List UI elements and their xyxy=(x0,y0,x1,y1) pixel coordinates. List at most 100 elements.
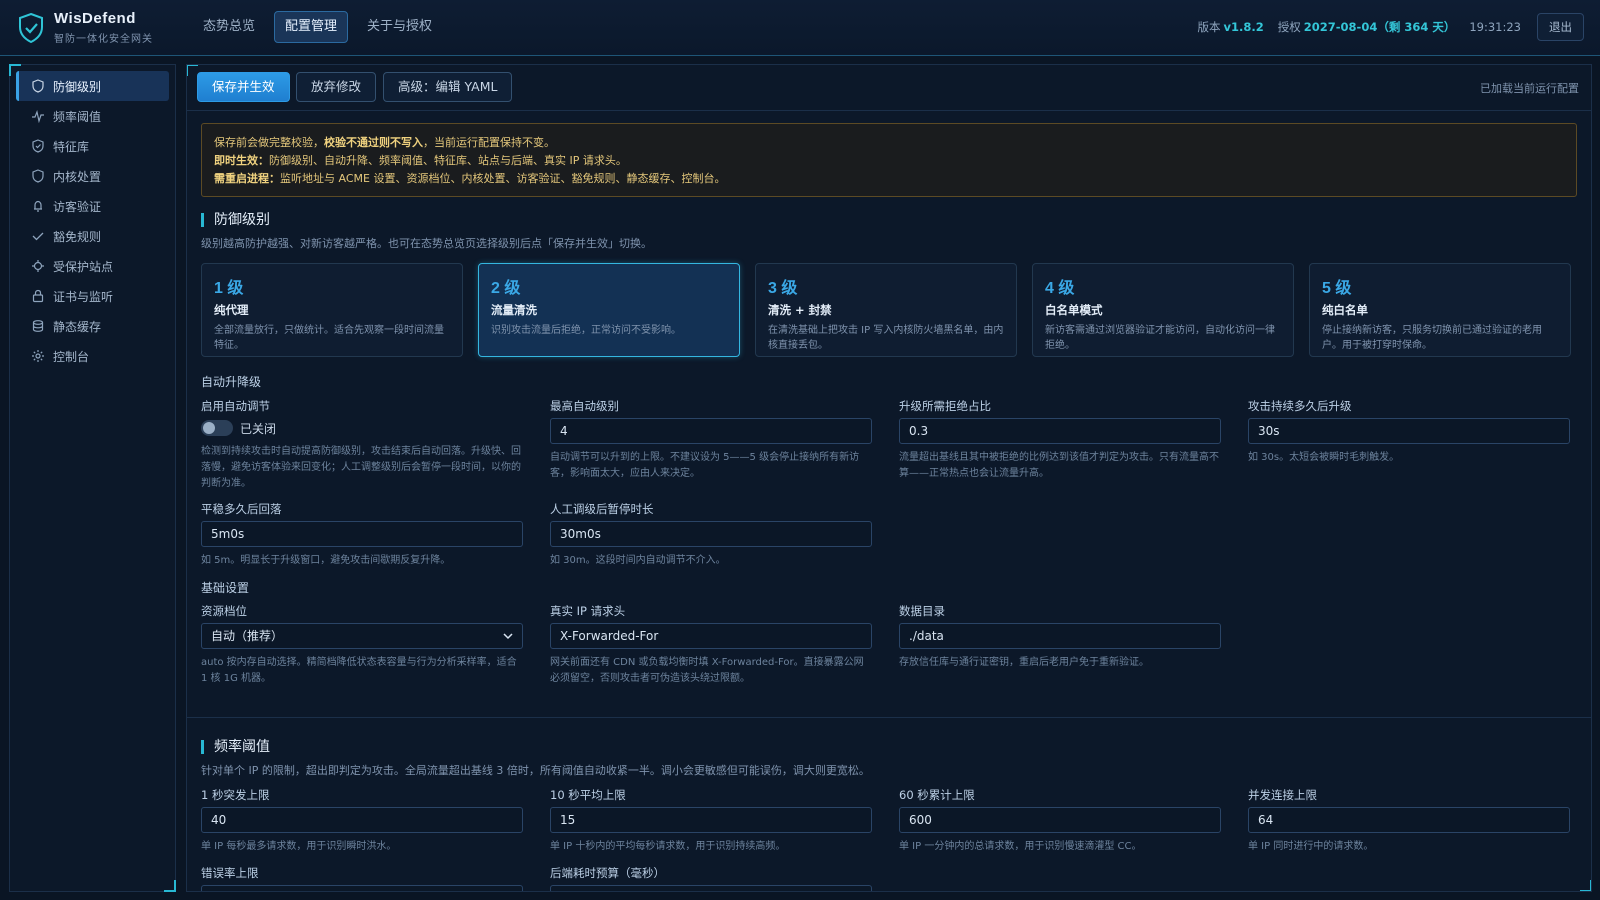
lock-icon xyxy=(32,289,44,303)
burst-limit-field: 1 秒突发上限 40 单 IP 每秒最多请求数，用于识别瞬时洪水。 xyxy=(201,787,523,855)
toolbar: 保存并生效 放弃修改 高级：编辑 YAML 已加载当前运行配置 xyxy=(187,65,1591,111)
check-icon xyxy=(32,232,44,241)
level-card-1[interactable]: 1 级 纯代理 全部流量放行，只做统计。适合先观察一段时间流量特征。 xyxy=(201,263,463,357)
error-rate-input[interactable] xyxy=(201,885,523,891)
field-help: 如 5m。明显长于升级窗口，避免攻击间歇期反复升降。 xyxy=(201,555,451,566)
brand-subtitle: 智防一体化安全网关 xyxy=(54,34,153,45)
field-label: 1 秒突发上限 xyxy=(201,788,270,802)
level-name: 纯代理 xyxy=(214,303,249,317)
version-value: v1.8.2 xyxy=(1223,20,1264,34)
level-name: 纯白名单 xyxy=(1322,303,1368,317)
max-auto-level-input[interactable]: 4 xyxy=(550,418,872,444)
field-help: 如 30m。这段时间内自动调节不介入。 xyxy=(550,555,726,566)
sidebar-item-certs[interactable]: 证书与监听 xyxy=(16,281,169,311)
sum60-limit-input[interactable]: 600 xyxy=(899,807,1221,833)
manual-pause-input[interactable]: 30m0s xyxy=(550,521,872,547)
field-help: 单 IP 同时进行中的请求数。 xyxy=(1248,841,1374,852)
field-help: auto 按内存自动选择。精简档降低状态表容量与行为分析采样率，适合 1 核 1… xyxy=(201,657,517,684)
bell-icon xyxy=(34,200,42,212)
field-label: 10 秒平均上限 xyxy=(550,788,626,802)
subsection-auto: 自动升降级 xyxy=(201,375,262,389)
backend-budget-input[interactable] xyxy=(550,885,872,891)
avg10-limit-input[interactable]: 15 xyxy=(550,807,872,833)
notice-line-2: 即时生效：防御级别、自动升降、频率阈值、特征库、站点与后端、真实 IP 请求头。 xyxy=(214,154,627,167)
nav-about[interactable]: 关于与授权 xyxy=(356,11,443,43)
crosshair-icon xyxy=(32,260,44,272)
sidebar-item-visitor-verify[interactable]: 访客验证 xyxy=(16,191,169,221)
field-help: 网关前面还有 CDN 或负载均衡时填 X-Forwarded-For。直接暴露公… xyxy=(550,657,864,684)
sidebar-item-static-cache[interactable]: 静态缓存 xyxy=(16,311,169,341)
sidebar-item-signatures[interactable]: 特征库 xyxy=(16,131,169,161)
burst-limit-input[interactable]: 40 xyxy=(201,807,523,833)
notice-box: 保存前会做完整校验，校验不通过则不写入，当前运行配置保持不变。 即时生效：防御级… xyxy=(201,123,1577,197)
resource-profile-select[interactable]: 自动（推荐） xyxy=(201,623,523,649)
sidebar-item-defense-level[interactable]: 防御级别 xyxy=(16,71,169,101)
pulse-icon xyxy=(32,109,44,123)
field-label: 资源档位 xyxy=(201,604,247,618)
notice-line-3: 需重启进程：监听地址与 ACME 设置、资源档位、内核处置、访客验证、豁免规则、… xyxy=(214,172,726,185)
sidebar-item-kernel[interactable]: 内核处置 xyxy=(16,161,169,191)
calm-duration-field: 平稳多久后回落 5m0s 如 5m。明显长于升级窗口，避免攻击间歇期反复升降。 xyxy=(201,501,523,569)
nav-overview[interactable]: 态势总览 xyxy=(192,11,266,43)
level-desc: 全部流量放行，只做统计。适合先观察一段时间流量特征。 xyxy=(214,325,444,351)
concurrency-limit-field: 并发连接上限 64 单 IP 同时进行中的请求数。 xyxy=(1248,787,1570,855)
level-name: 清洗 + 封禁 xyxy=(768,303,832,317)
backend-budget-field: 后端耗时预算（毫秒） xyxy=(550,865,872,891)
level-number: 4 级 xyxy=(1045,280,1075,297)
calm-duration-input[interactable]: 5m0s xyxy=(201,521,523,547)
sidebar-item-protected-sites[interactable]: 受保护站点 xyxy=(16,251,169,281)
sidebar-item-exemptions[interactable]: 豁免规则 xyxy=(16,221,169,251)
nav-config[interactable]: 配置管理 xyxy=(274,11,349,43)
level-card-5[interactable]: 5 级 纯白名单 停止接纳新访客，只服务切换前已通过验证的老用户。用于被打穿时保… xyxy=(1309,263,1571,357)
discard-button[interactable]: 放弃修改 xyxy=(296,72,377,102)
level-desc: 停止接纳新访客，只服务切换前已通过验证的老用户。用于被打穿时保命。 xyxy=(1322,325,1542,351)
sidebar-item-label: 频率阈值 xyxy=(53,109,102,124)
level-card-3[interactable]: 3 级 清洗 + 封禁 在清洗基础上把攻击 IP 写入内核防火墙黑名单，由内核直… xyxy=(755,263,1017,357)
chevron-down-icon xyxy=(503,633,513,640)
sidebar-item-rate-threshold[interactable]: 频率阈值 xyxy=(16,101,169,131)
field-label: 错误率上限 xyxy=(201,866,259,880)
shield-icon xyxy=(32,169,44,183)
avg10-limit-field: 10 秒平均上限 15 单 IP 十秒内的平均每秒请求数，用于识别持续高频。 xyxy=(550,787,872,855)
level-number: 3 级 xyxy=(768,280,798,297)
sum60-limit-field: 60 秒累计上限 600 单 IP 一分钟内的总请求数，用于识别慢速滴灌型 CC… xyxy=(899,787,1221,855)
field-help: 自动调节可以升到的上限。不建议设为 5——5 级会停止接纳所有新访客，影响面太大… xyxy=(550,452,860,479)
logout-button[interactable]: 退出 xyxy=(1537,13,1584,41)
section-title-rate: 频率阈值 xyxy=(201,740,270,754)
auto-enable-toggle[interactable] xyxy=(201,420,233,436)
section-divider xyxy=(187,717,1591,718)
toggle-state: 已关闭 xyxy=(240,421,277,436)
concurrency-limit-input[interactable]: 64 xyxy=(1248,807,1570,833)
save-apply-button[interactable]: 保存并生效 xyxy=(197,72,290,102)
sidebar-item-label: 访客验证 xyxy=(53,199,102,214)
data-dir-input[interactable]: ./data xyxy=(899,623,1221,649)
sidebar-item-label: 防御级别 xyxy=(53,79,102,94)
field-help: 检测到持续攻击时自动提高防御级别，攻击结束后自动回落。升级快、回落慢，避免访客体… xyxy=(201,446,521,489)
gear-icon xyxy=(32,350,44,362)
sidebar-item-console[interactable]: 控制台 xyxy=(16,341,169,371)
header-status: 版本 v1.8.2 授权 2027-08-04（剩 364 天） 19:31:2… xyxy=(1198,13,1584,41)
level-name: 白名单模式 xyxy=(1045,303,1103,317)
field-label: 数据目录 xyxy=(899,604,945,618)
reject-ratio-input[interactable]: 0.3 xyxy=(899,418,1221,444)
field-help: 存放信任库与通行证密钥，重启后老用户免于重新验证。 xyxy=(899,657,1149,668)
sidebar: 防御级别 频率阈值 特征库 内核处置 访客验证 豁免规则 受保护站点 证书与监听… xyxy=(9,64,176,892)
field-help: 单 IP 十秒内的平均每秒请求数，用于识别持续高频。 xyxy=(550,841,786,852)
field-help: 如 30s。太短会被瞬时毛刺触发。 xyxy=(1248,452,1400,463)
level-number: 2 级 xyxy=(491,280,521,297)
brand-name: WisDefend xyxy=(54,10,136,27)
max-auto-level-field: 最高自动级别 4 自动调节可以升到的上限。不建议设为 5——5 级会停止接纳所有… xyxy=(550,398,872,482)
attack-duration-input[interactable]: 30s xyxy=(1248,418,1570,444)
notice-line-1: 保存前会做完整校验，校验不通过则不写入，当前运行配置保持不变。 xyxy=(214,136,555,149)
level-card-4[interactable]: 4 级 白名单模式 新访客需通过浏览器验证才能访问，自动化访问一律拒绝。 xyxy=(1032,263,1294,357)
version-label: 版本 xyxy=(1197,20,1221,34)
shield-check-icon xyxy=(32,139,44,153)
field-help: 流量超出基线且其中被拒绝的比例达到该值才判定为攻击。只有流量高不算——正常热点也… xyxy=(899,452,1219,479)
edit-yaml-button[interactable]: 高级：编辑 YAML xyxy=(383,72,513,102)
license-value: 2027-08-04（剩 364 天） xyxy=(1303,20,1456,34)
main-panel: 保存并生效 放弃修改 高级：编辑 YAML 已加载当前运行配置 保存前会做完整校… xyxy=(186,64,1592,892)
level-card-2[interactable]: 2 级 流量清洗 识别攻击流量后拒绝，正常访问不受影响。 xyxy=(478,263,740,357)
level-number: 1 级 xyxy=(214,280,244,297)
sidebar-item-label: 控制台 xyxy=(53,349,90,364)
real-ip-header-input[interactable]: X-Forwarded-For xyxy=(550,623,872,649)
